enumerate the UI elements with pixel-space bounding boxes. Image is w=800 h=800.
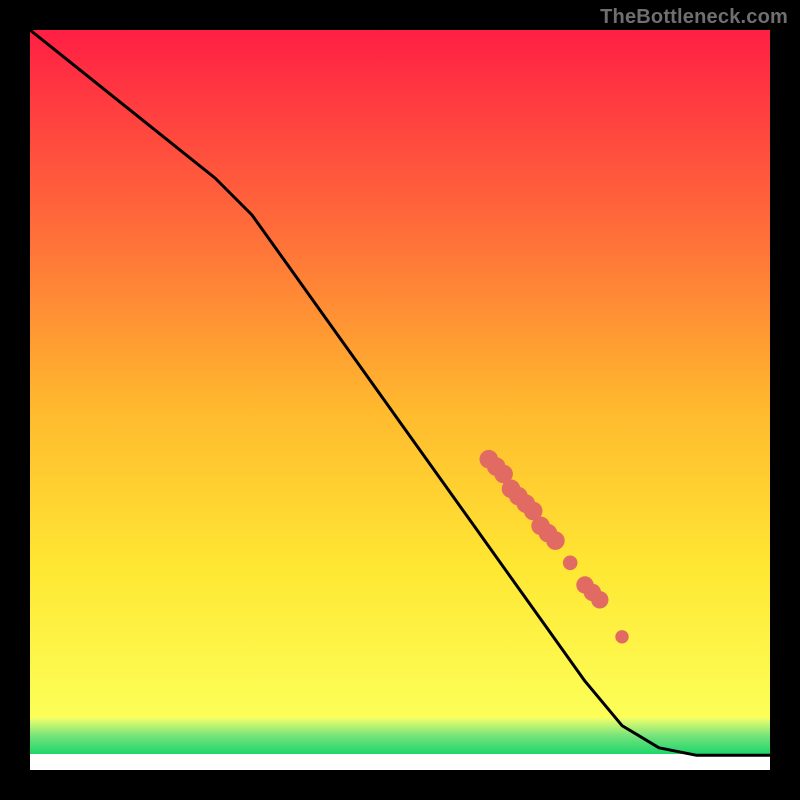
watermark-text: TheBottleneck.com	[600, 6, 788, 29]
data-markers	[480, 450, 629, 644]
data-curve	[30, 30, 770, 755]
data-marker	[591, 591, 608, 608]
chart-overlay	[30, 30, 770, 770]
plot-area	[30, 30, 770, 770]
data-marker	[546, 531, 565, 550]
data-marker	[563, 556, 578, 571]
chart-frame: TheBottleneck.com	[0, 0, 800, 800]
data-marker	[615, 630, 628, 643]
